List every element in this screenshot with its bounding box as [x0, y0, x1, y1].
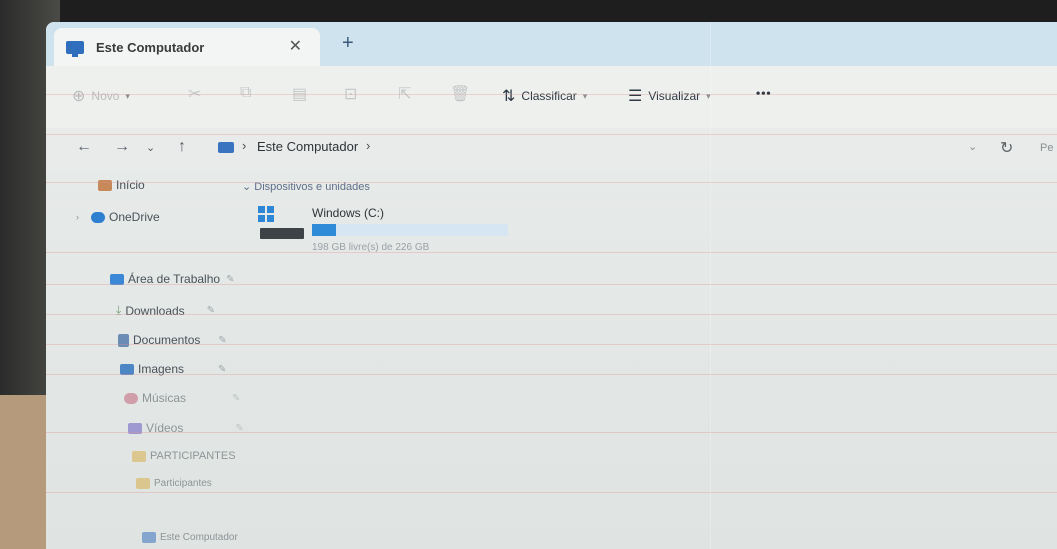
desktop-icon [110, 273, 124, 285]
view-label: Visualizar [648, 89, 701, 103]
cloud-icon [91, 211, 105, 223]
windows-logo-icon [258, 206, 274, 222]
screen-scanline [46, 432, 1057, 433]
recent-locations-chevron-icon[interactable]: ⌄ [146, 141, 155, 154]
screen-scanline [46, 182, 1057, 183]
command-bar: ⊕ Novo ▾ ✂ ⧉ ▤ ⊡ ⇱ 🗑 ⇅ Classificar ▾ ☰ V… [46, 66, 1057, 129]
file-explorer-window: Este Computador ✕ + ⊕ Novo ▾ ✂ ⧉ ▤ ⊡ ⇱ 🗑… [46, 22, 1057, 549]
more-options-button[interactable]: ••• [756, 86, 772, 100]
sidebar-item-onedrive[interactable]: › OneDrive [76, 210, 160, 224]
screen-scanline [46, 94, 1057, 95]
pin-icon[interactable]: ✎ [226, 274, 234, 285]
screen-scanline [46, 284, 1057, 285]
sort-icon: ⇅ [502, 88, 516, 105]
sidebar-item-label: Downloads [125, 303, 185, 318]
new-label: Novo [91, 89, 120, 103]
back-arrow-icon[interactable]: ← [76, 138, 92, 156]
computer-icon [218, 142, 234, 153]
expand-chevron-icon[interactable]: › [76, 212, 79, 222]
breadcrumb-separator-icon[interactable]: › [366, 138, 370, 153]
photo-desk-corner [0, 395, 50, 549]
sidebar-item-este-computador[interactable]: Este Computador [142, 532, 238, 543]
sidebar-item-inicio[interactable]: Início [98, 178, 145, 192]
tab-bar: Este Computador ✕ + [46, 22, 1057, 66]
screen-scanline [46, 374, 1057, 375]
chevron-down-icon: ▾ [125, 90, 130, 101]
new-button[interactable]: ⊕ Novo ▾ [72, 86, 130, 106]
sidebar-item-participantes[interactable]: Participantes [136, 478, 212, 489]
refresh-icon[interactable]: ↻ [1000, 138, 1013, 158]
sidebar-item-participantes-upper[interactable]: PARTICIPANTES [132, 450, 236, 462]
sort-label: Classificar [521, 89, 577, 103]
folder-icon [136, 478, 150, 489]
drive-icon [260, 228, 304, 239]
view-button[interactable]: ☰ Visualizar ▾ [628, 86, 711, 106]
download-icon: ⤓ [116, 303, 122, 317]
pin-icon[interactable]: ✎ [232, 393, 240, 404]
breadcrumb-este-computador[interactable]: Este Computador [257, 139, 358, 154]
breadcrumb-separator-icon[interactable]: › [242, 138, 246, 153]
computer-icon [66, 40, 84, 57]
sidebar-item-label: Início [116, 178, 145, 192]
drive-usage-fill [312, 224, 337, 236]
up-arrow-icon[interactable]: ↑ [178, 138, 186, 156]
drive-name[interactable]: Windows (C:) [312, 206, 384, 220]
chevron-down-icon: ▾ [582, 90, 588, 101]
close-icon[interactable]: ✕ [289, 36, 302, 56]
tab-title: Este Computador [96, 39, 205, 55]
sort-button[interactable]: ⇅ Classificar ▾ [502, 86, 587, 106]
copy-icon[interactable]: ⧉ [240, 84, 251, 102]
photo-bezel-top [0, 0, 1057, 24]
screen-scanline [46, 492, 1057, 493]
search-input[interactable]: Pe [1040, 142, 1053, 154]
drive-usage-bar [312, 224, 508, 236]
tab-este-computador[interactable]: Este Computador ✕ [54, 28, 320, 66]
screen-scanline [46, 344, 1057, 345]
sidebar-item-musicas[interactable]: Músicas ✎ [124, 391, 240, 405]
screen-moire-line [710, 22, 711, 549]
view-icon: ☰ [628, 88, 643, 105]
pin-icon[interactable]: ✎ [218, 364, 226, 375]
sidebar-item-downloads[interactable]: ⤓ Downloads ✎ [116, 303, 215, 318]
sidebar-item-label: PARTICIPANTES [150, 450, 236, 462]
computer-icon [142, 532, 156, 543]
screen-scanline [46, 314, 1057, 315]
folder-icon [132, 450, 146, 462]
forward-arrow-icon[interactable]: → [114, 138, 130, 156]
sidebar-item-label: OneDrive [109, 210, 160, 224]
new-tab-button[interactable]: + [342, 32, 354, 55]
sidebar-item-label: Este Computador [160, 532, 238, 543]
music-icon [124, 392, 138, 404]
sidebar-item-label: Participantes [154, 478, 212, 489]
screen-scanline [46, 252, 1057, 253]
image-icon [120, 363, 134, 375]
screen-scanline [46, 134, 1057, 135]
address-dropdown-chevron-icon[interactable]: ⌄ [968, 140, 977, 153]
sidebar-item-label: Músicas [142, 391, 187, 405]
plus-circle-icon: ⊕ [72, 88, 86, 105]
